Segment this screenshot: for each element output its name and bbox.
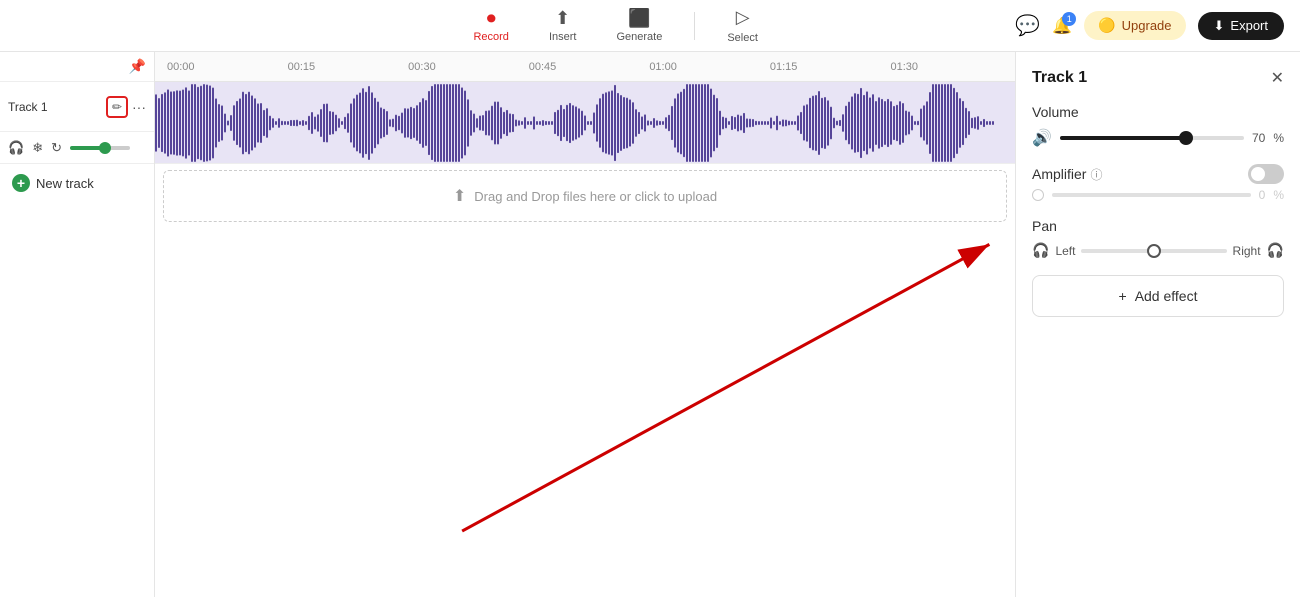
edit-track-button[interactable]: ✏ [106, 96, 128, 118]
volume-slider[interactable] [1060, 136, 1244, 140]
toolbar-center: ⏺ Record ⬆ Insert ⬛ Generate ▷ Select [465, 3, 765, 48]
pan-section-label: Pan [1032, 218, 1284, 234]
amp-slider-row: 0 % [1032, 188, 1284, 202]
headphone-icon[interactable]: 🎧 [8, 140, 24, 156]
export-icon: ⬇ [1214, 18, 1225, 34]
ruler-mark-5: 01:15 [766, 61, 887, 73]
amplifier-label: Amplifier [1032, 166, 1086, 182]
info-icon[interactable]: ⓘ [1090, 166, 1102, 183]
upload-icon: ⬆ [453, 186, 466, 206]
close-panel-button[interactable]: ✕ [1271, 68, 1284, 88]
volume-section: Volume 🔊 70 % [1032, 104, 1284, 148]
record-button[interactable]: ⏺ Record [465, 4, 516, 47]
generate-label: Generate [616, 31, 662, 43]
select-icon: ▷ [736, 7, 750, 28]
edit-icon: ✏ [112, 100, 122, 114]
notification-badge: 1 [1062, 12, 1076, 26]
ruler-mark-4: 01:00 [645, 61, 766, 73]
timeline-ruler: 00:00 00:15 00:30 00:45 01:00 01:15 01:3… [155, 52, 1015, 82]
ruler-mark-0: 00:00 [163, 61, 284, 73]
waveform-track[interactable]: // Will be generated below [155, 82, 1015, 164]
pan-section: Pan 🎧 Left Right 🎧 [1032, 218, 1284, 259]
select-button[interactable]: ▷ Select [719, 3, 766, 48]
amp-value: 0 [1259, 188, 1266, 202]
volume-row: 🔊 70 % [1032, 128, 1284, 148]
main-area: 📌 Track 1 ✏ ··· 🎧 ❄ ↻ + New track 00:00 [0, 52, 1300, 597]
add-effect-label: Add effect [1135, 288, 1198, 304]
chat-icon[interactable]: 💬 [1015, 13, 1040, 38]
notification-bell[interactable]: 🔔 1 [1052, 16, 1072, 36]
upgrade-icon: 🟡 [1098, 17, 1115, 34]
right-panel: Track 1 ✕ Volume 🔊 70 % Amplifier ⓘ [1015, 52, 1300, 597]
toolbar-right: 💬 🔔 1 🟡 Upgrade ⬇ Export [1015, 11, 1284, 40]
track-name: Track 1 [8, 100, 102, 114]
timeline-area: 00:00 00:15 00:30 00:45 01:00 01:15 01:3… [155, 52, 1015, 597]
generate-button[interactable]: ⬛ Generate [608, 4, 670, 47]
new-track-button[interactable]: + New track [0, 164, 154, 202]
add-effect-icon: + [1119, 288, 1127, 304]
amp-pct: % [1273, 188, 1284, 202]
ruler-mark-6: 01:30 [886, 61, 1007, 73]
right-panel-header: Track 1 ✕ [1032, 68, 1284, 88]
pan-left-label: Left [1055, 244, 1075, 258]
amp-track [1052, 193, 1251, 197]
upgrade-button[interactable]: 🟡 Upgrade [1084, 11, 1185, 40]
track-header: Track 1 ✏ ··· [0, 82, 154, 132]
record-icon: ⏺ [487, 8, 496, 29]
insert-button[interactable]: ⬆ Insert [541, 4, 585, 47]
volume-pct: % [1273, 131, 1284, 145]
toolbar: ⏺ Record ⬆ Insert ⬛ Generate ▷ Select 💬 … [0, 0, 1300, 52]
volume-icon: 🔊 [1032, 128, 1052, 148]
waveform-svg: // Will be generated below [155, 82, 1015, 163]
volume-section-label: Volume [1032, 104, 1284, 120]
amplifier-section: Amplifier ⓘ 0 % [1032, 164, 1284, 202]
select-label: Select [727, 32, 758, 44]
new-track-icon: + [12, 174, 30, 192]
export-label: Export [1230, 18, 1268, 33]
volume-value: 70 [1252, 131, 1265, 145]
left-ear-icon: 🎧 [1032, 242, 1049, 259]
track-volume-slider[interactable] [70, 146, 130, 150]
toolbar-divider [694, 12, 695, 40]
loop-icon[interactable]: ↻ [51, 140, 62, 156]
ruler-marks: 00:00 00:15 00:30 00:45 01:00 01:15 01:3… [163, 61, 1007, 73]
pan-right-label: Right [1233, 244, 1261, 258]
pan-row: 🎧 Left Right 🎧 [1032, 242, 1284, 259]
ruler-mark-2: 00:30 [404, 61, 525, 73]
snowflake-icon[interactable]: ❄ [32, 140, 43, 156]
left-panel: 📌 Track 1 ✏ ··· 🎧 ❄ ↻ + New track [0, 52, 155, 597]
waveform-section: // Will be generated below ⬆ Drag and Dr… [155, 82, 1015, 597]
generate-icon: ⬛ [628, 8, 650, 29]
record-label: Record [473, 31, 508, 43]
amplifier-row: Amplifier ⓘ [1032, 164, 1284, 184]
upgrade-label: Upgrade [1122, 18, 1172, 33]
pan-track[interactable] [1081, 249, 1226, 253]
insert-icon: ⬆ [555, 8, 570, 29]
amplifier-label-wrap: Amplifier ⓘ [1032, 166, 1102, 183]
more-options-button[interactable]: ··· [132, 99, 146, 115]
new-track-label: New track [36, 176, 94, 191]
track-controls: 🎧 ❄ ↻ [0, 132, 154, 164]
right-panel-title: Track 1 [1032, 69, 1087, 87]
pin-icon[interactable]: 📌 [129, 58, 146, 75]
insert-label: Insert [549, 31, 577, 43]
amp-circle [1032, 189, 1044, 201]
ruler-mark-3: 00:45 [525, 61, 646, 73]
export-button[interactable]: ⬇ Export [1198, 12, 1284, 40]
ruler-mark-1: 00:15 [284, 61, 405, 73]
amplifier-toggle[interactable] [1248, 164, 1284, 184]
add-effect-button[interactable]: + Add effect [1032, 275, 1284, 317]
right-ear-icon: 🎧 [1267, 242, 1284, 259]
drop-zone[interactable]: ⬆ Drag and Drop files here or click to u… [163, 170, 1007, 222]
drop-zone-text: Drag and Drop files here or click to upl… [474, 189, 717, 204]
